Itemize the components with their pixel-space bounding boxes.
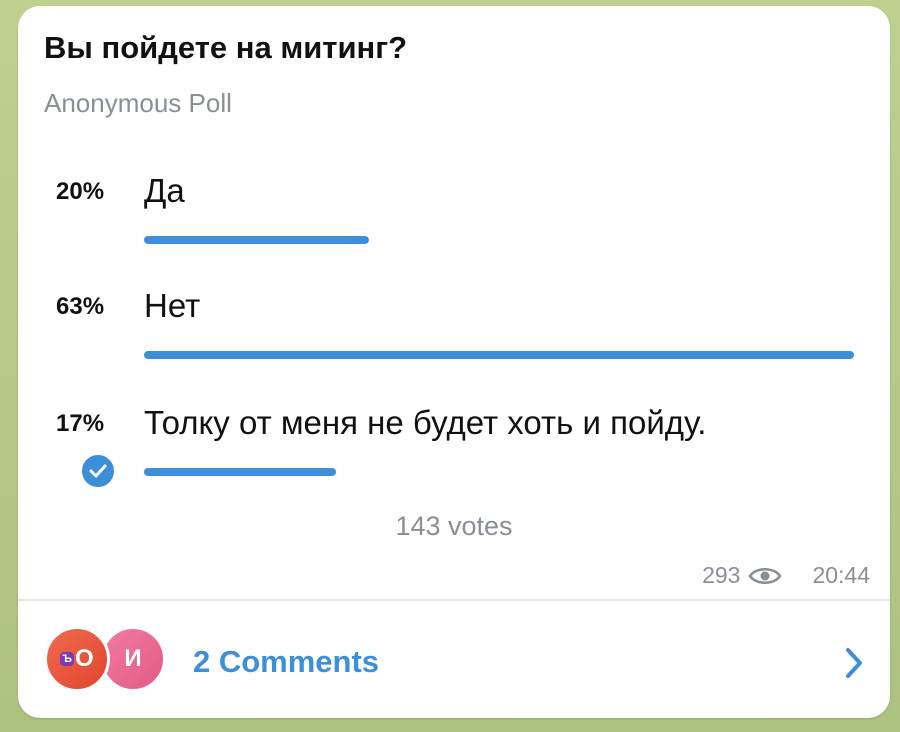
comments-label: 2 Comments — [193, 644, 380, 679]
option-result-bar — [144, 468, 336, 476]
poll-message: Вы пойдете на митинг? Anonymous Poll 20%… — [18, 6, 890, 718]
poll-type-label: Anonymous Poll — [44, 88, 232, 118]
option-result-bar — [144, 236, 369, 244]
divider — [18, 599, 890, 601]
avatar-badge: Ъ — [60, 652, 74, 666]
poll-option[interactable]: 63% Нет — [18, 281, 890, 391]
chevron-right-icon — [846, 648, 862, 678]
poll-option[interactable]: 20% Да — [18, 166, 890, 276]
check-circle-icon — [80, 453, 116, 489]
option-text: Да — [144, 172, 185, 209]
avatar-initial: О — [74, 645, 94, 672]
poll-question: Вы пойдете на митинг? — [44, 30, 408, 65]
avatar: ЪО — [44, 626, 110, 692]
avatar-initial: И — [124, 645, 142, 672]
comments-button[interactable]: И ЪО 2 Comments — [18, 602, 890, 718]
option-percent: 20% — [56, 178, 105, 205]
poll-option[interactable]: 17% Толку от меня не будет хоть и пойду. — [18, 398, 890, 508]
option-percent: 63% — [56, 293, 105, 320]
option-text: Толку от меня не будет хоть и пойду. — [144, 404, 707, 441]
message-meta: 293 20:44 — [702, 562, 870, 589]
views-count: 293 — [702, 562, 741, 588]
option-percent: 17% — [56, 410, 105, 437]
option-result-bar — [144, 351, 854, 359]
option-text: Нет — [144, 287, 201, 324]
votes-count: 143 votes — [395, 511, 513, 541]
message-time: 20:44 — [812, 562, 870, 588]
eye-icon — [748, 567, 783, 584]
